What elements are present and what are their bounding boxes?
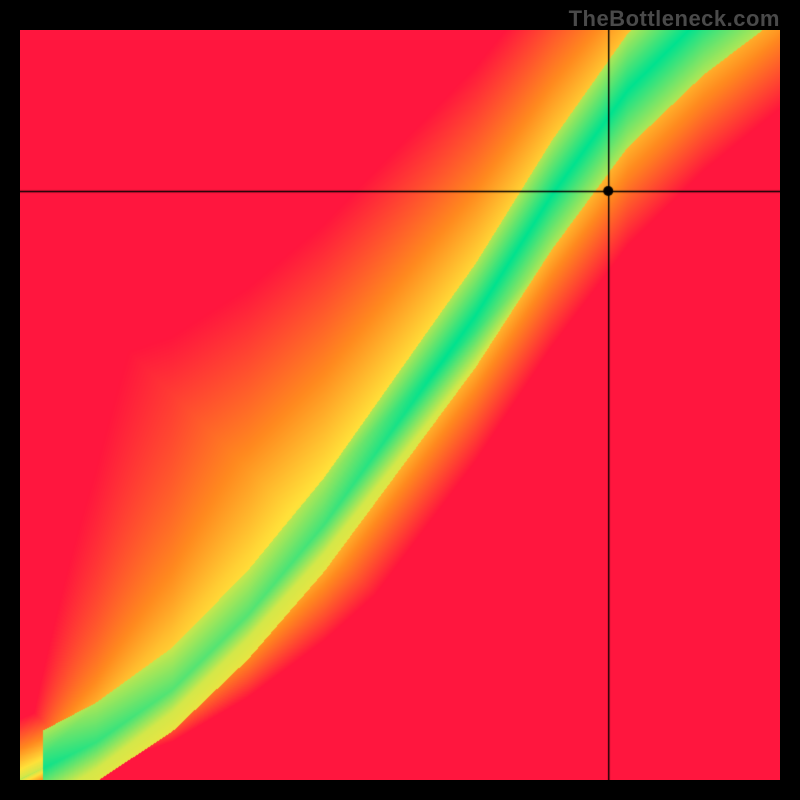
chart-frame: TheBottleneck.com [0, 0, 800, 800]
bottleneck-heatmap [20, 30, 780, 780]
watermark-text: TheBottleneck.com [569, 6, 780, 32]
